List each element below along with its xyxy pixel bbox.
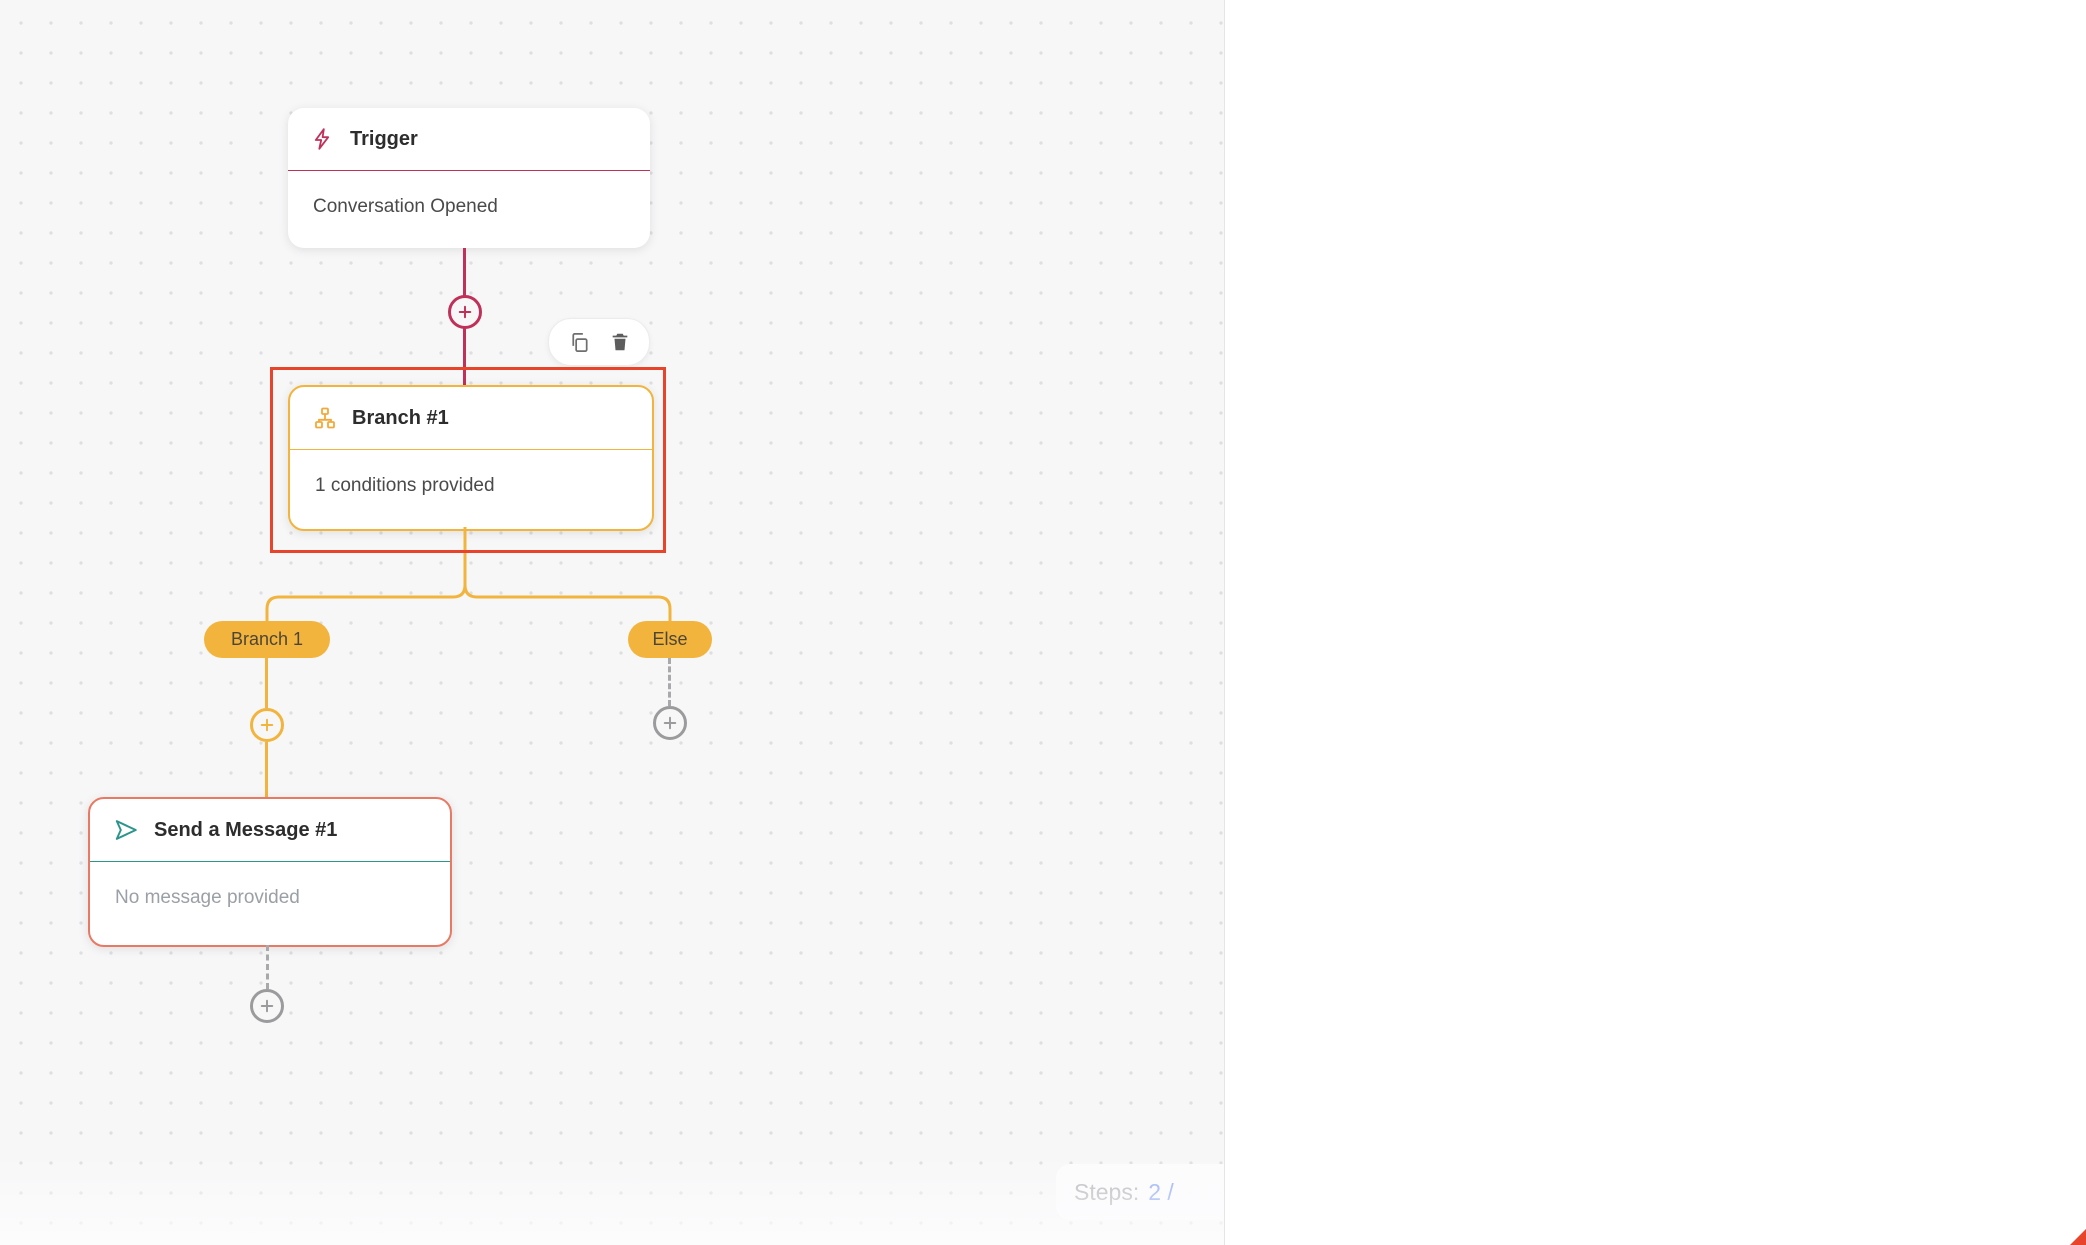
steps-counter: Steps: 2 /	[1056, 1164, 1224, 1220]
connector-branch-split	[265, 527, 672, 622]
branch-hierarchy-icon	[313, 406, 337, 430]
plus-icon	[260, 718, 274, 732]
branch-node[interactable]: Branch #1 1 conditions provided	[288, 385, 654, 531]
branch-node-body: 1 conditions provided	[315, 475, 495, 496]
add-step-branch1-button[interactable]	[250, 708, 284, 742]
plus-icon	[458, 305, 472, 319]
trigger-node-header: Trigger	[288, 108, 650, 171]
connector-message-leg	[266, 945, 269, 989]
add-step-trigger-button[interactable]	[448, 295, 482, 329]
send-message-node-title: Send a Message #1	[154, 818, 338, 841]
add-step-else-button[interactable]	[653, 706, 687, 740]
workflow-canvas[interactable]: Trigger Conversation Opened Branch #1 1 …	[0, 0, 1224, 1245]
node-toolbar	[548, 318, 650, 366]
plus-icon	[663, 716, 677, 730]
connector-branch1-to-message	[265, 742, 268, 797]
trigger-node-body: Conversation Opened	[313, 196, 498, 217]
corner-cursor-mark	[2070, 1229, 2086, 1245]
connector-branch1-leg	[265, 658, 268, 708]
plus-icon	[260, 999, 274, 1013]
workflow-builder-screen: Trigger Conversation Opened Branch #1 1 …	[0, 0, 2086, 1245]
send-message-node[interactable]: Send a Message #1 No message provided	[88, 797, 452, 947]
lightning-icon	[311, 127, 335, 151]
send-icon	[113, 817, 139, 843]
trigger-node[interactable]: Trigger Conversation Opened	[288, 108, 650, 248]
copy-node-icon[interactable]	[568, 331, 591, 354]
send-message-node-body: No message provided	[115, 887, 300, 908]
connector-else-leg	[668, 658, 671, 706]
branch-node-title: Branch #1	[352, 406, 449, 429]
send-message-node-header: Send a Message #1	[90, 799, 450, 862]
else-label-pill: Else	[628, 621, 712, 658]
step-config-panel: Branch #1 Learn the best practices of th…	[1224, 0, 2086, 1245]
delete-node-icon[interactable]	[609, 331, 631, 353]
branch-node-header: Branch #1	[290, 387, 652, 450]
steps-label: Steps:	[1074, 1178, 1140, 1205]
add-step-after-message-button[interactable]	[250, 989, 284, 1023]
branch1-label-pill: Branch 1	[204, 621, 330, 658]
trigger-node-title: Trigger	[350, 127, 418, 150]
steps-value: 2 /	[1148, 1178, 1174, 1205]
